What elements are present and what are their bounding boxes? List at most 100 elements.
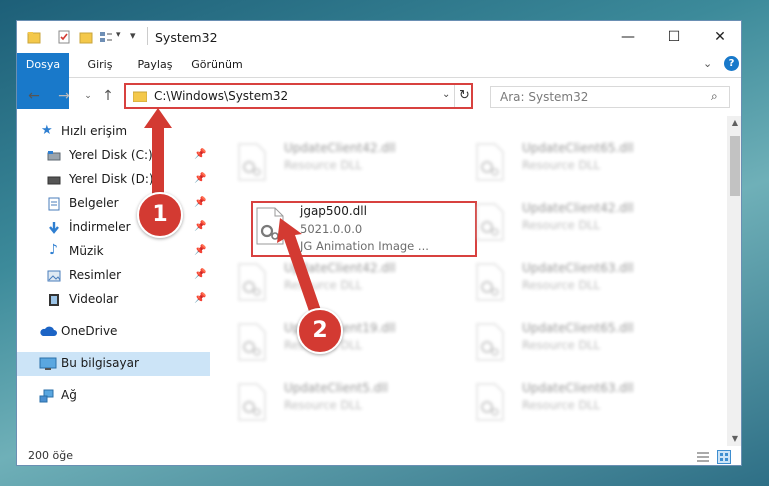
search-input[interactable]: Ara: System32 ⌕	[490, 86, 730, 108]
tab-home[interactable]: Giriş	[79, 53, 121, 77]
pin-icon[interactable]: 📌	[194, 269, 206, 280]
address-dropdown-icon[interactable]: ⌄	[442, 89, 450, 100]
forward-button[interactable]: →	[55, 87, 73, 105]
minimize-button[interactable]: —	[605, 21, 651, 53]
pin-icon[interactable]: 📌	[194, 221, 206, 232]
file-description: Resource DLL	[284, 278, 363, 292]
callout-1: 1	[137, 192, 183, 238]
address-row: ← → ⌄ ↑ C:\Windows\System32 ⌄ ↻ Ara: Sys…	[17, 78, 741, 114]
file-description: Resource DLL	[284, 158, 363, 172]
file-name: UpdateClient65.dll	[522, 141, 634, 155]
dll-file-icon	[476, 203, 504, 241]
sidebar-item-label: Belgeler	[69, 196, 119, 210]
chevron-down-icon[interactable]: ▾	[116, 30, 121, 40]
pin-icon[interactable]: 📌	[194, 173, 206, 184]
address-bar[interactable]: C:\Windows\System32 ⌄ ↻	[124, 83, 473, 109]
explorer-window: ▾ ▾ System32 — ☐ ✕ Dosya Giriş Paylaş Gö…	[16, 20, 742, 466]
sidebar-item-label: Hızlı erişim	[61, 124, 128, 138]
title-divider	[147, 27, 148, 45]
close-button[interactable]: ✕	[697, 21, 741, 53]
dll-file-icon	[238, 263, 266, 301]
file-item[interactable]: UpdateClient63.dll Resource DLL	[455, 376, 685, 432]
scroll-thumb[interactable]	[730, 136, 740, 196]
file-item[interactable]: UpdateClient65.dll Resource DLL	[455, 136, 685, 192]
customize-toolbar-icon[interactable]: ▾	[130, 29, 136, 42]
tiles-view-icon[interactable]	[717, 450, 731, 464]
pin-icon[interactable]: 📌	[194, 293, 206, 304]
properties-icon[interactable]	[57, 30, 71, 44]
pin-icon[interactable]: 📌	[194, 197, 206, 208]
sidebar-item-label: Müzik	[69, 244, 104, 258]
file-name: UpdateClient63.dll	[522, 381, 634, 395]
file-item[interactable]: UpdateClient65.dll Resource DLL	[455, 316, 685, 372]
sidebar-item-label: OneDrive	[61, 324, 118, 338]
view-menu-icon[interactable]	[99, 30, 113, 44]
pictures-icon	[47, 270, 61, 282]
file-name: UpdateClient42.dll	[522, 201, 634, 215]
sidebar-item-pictures[interactable]: Resimler 📌	[17, 264, 210, 288]
item-count: 200 öğe	[28, 449, 73, 462]
sidebar-item-this-pc[interactable]: Bu bilgisayar	[17, 352, 210, 376]
dll-file-icon	[476, 383, 504, 421]
sidebar-item-label: Yerel Disk (C:)	[69, 148, 153, 162]
search-placeholder: Ara: System32	[500, 90, 589, 104]
recent-locations-icon[interactable]: ⌄	[79, 87, 97, 105]
sidebar-item-music[interactable]: ♪ Müzik 📌	[17, 240, 210, 264]
new-folder-icon[interactable]	[79, 30, 93, 44]
folder-icon	[27, 32, 41, 44]
sidebar-item-network[interactable]: Ağ	[17, 384, 210, 408]
search-icon[interactable]: ⌕	[711, 89, 718, 104]
ribbon-expand-icon[interactable]: ⌄	[703, 57, 712, 70]
address-divider	[454, 85, 455, 107]
computer-icon	[39, 357, 57, 370]
sidebar-item-onedrive[interactable]: OneDrive	[17, 320, 210, 344]
file-item[interactable]: UpdateClient42.dll Resource DLL	[455, 196, 685, 252]
sidebar-item-label: Ağ	[61, 388, 77, 402]
sidebar-item-local-disk-c[interactable]: Yerel Disk (C:) 📌	[17, 144, 210, 168]
file-description: Resource DLL	[522, 398, 601, 412]
vertical-scrollbar[interactable]: ▲ ▼	[727, 116, 741, 446]
maximize-button[interactable]: ☐	[651, 21, 697, 53]
dll-file-icon	[476, 323, 504, 361]
file-name: UpdateClient5.dll	[284, 381, 388, 395]
help-icon[interactable]: ?	[724, 56, 739, 71]
file-description: Resource DLL	[522, 338, 601, 352]
refresh-icon[interactable]: ↻	[459, 88, 470, 103]
file-description: Resource DLL	[522, 218, 601, 232]
documents-icon	[48, 197, 60, 211]
file-item[interactable]: UpdateClient5.dll Resource DLL	[217, 376, 447, 432]
up-button[interactable]: ↑	[99, 87, 117, 105]
sidebar-item-label: Resimler	[69, 268, 122, 282]
callout-2: 2	[297, 308, 343, 354]
title-bar: ▾ ▾ System32 — ☐ ✕	[17, 21, 741, 53]
file-item[interactable]: UpdateClient42.dll Resource DLL	[217, 256, 447, 312]
file-list: UpdateClient42.dll Resource DLL UpdateCl…	[217, 116, 725, 446]
tab-view[interactable]: Görünüm	[187, 53, 247, 77]
file-item[interactable]: UpdateClient63.dll Resource DLL	[455, 256, 685, 312]
scroll-up-icon[interactable]: ▲	[727, 118, 741, 127]
sidebar-item-label: Bu bilgisayar	[61, 356, 139, 370]
file-item[interactable]: UpdateClient42.dll Resource DLL	[217, 136, 447, 192]
pin-icon[interactable]: 📌	[194, 245, 206, 256]
address-path[interactable]: C:\Windows\System32	[154, 89, 288, 103]
status-bar: 200 öğe	[17, 447, 741, 465]
tab-share[interactable]: Paylaş	[130, 53, 180, 77]
download-icon	[49, 222, 59, 234]
sidebar-item-quick-access[interactable]: ★ Hızlı erişim	[17, 120, 210, 144]
network-icon	[39, 389, 54, 403]
details-view-icon[interactable]	[697, 451, 709, 463]
file-description: Resource DLL	[522, 278, 601, 292]
dll-file-icon	[476, 143, 504, 181]
back-button[interactable]: ←	[25, 87, 43, 105]
file-name: UpdateClient42.dll	[284, 261, 396, 275]
sidebar-item-label: İndirmeler	[69, 220, 131, 234]
sidebar-item-label: Videolar	[69, 292, 119, 306]
cloud-icon	[40, 326, 57, 336]
sidebar-item-local-disk-d[interactable]: Yerel Disk (D:) 📌	[17, 168, 210, 192]
scroll-down-icon[interactable]: ▼	[727, 434, 741, 443]
window-title: System32	[155, 30, 218, 45]
dll-file-icon	[238, 143, 266, 181]
file-description: Resource DLL	[522, 158, 601, 172]
sidebar-item-videos[interactable]: Videolar 📌	[17, 288, 210, 312]
pin-icon[interactable]: 📌	[194, 149, 206, 160]
